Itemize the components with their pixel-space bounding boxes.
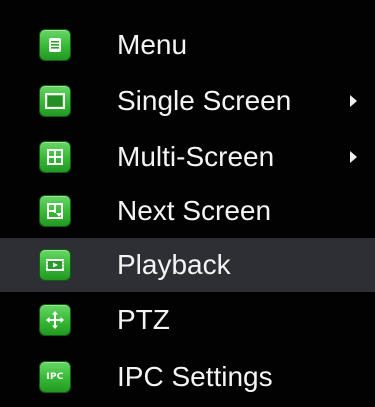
menu-item-single-screen[interactable]: Single Screen xyxy=(0,74,375,128)
next-screen-icon xyxy=(40,196,70,226)
multi-screen-icon xyxy=(40,142,70,172)
menu-item-label: Next Screen xyxy=(117,195,272,226)
menu-item-ptz[interactable]: PTZ xyxy=(0,293,375,347)
submenu-arrow-icon xyxy=(350,151,357,163)
playback-icon xyxy=(40,250,70,280)
single-screen-icon xyxy=(40,86,70,116)
menu-item-ipc-settings[interactable]: IPC IPC Settings xyxy=(0,350,375,404)
menu-item-playback[interactable]: Playback xyxy=(0,238,375,292)
menu-item-label: Playback xyxy=(117,249,231,280)
menu-item-next-screen[interactable]: Next Screen xyxy=(0,184,375,238)
submenu-arrow-icon xyxy=(350,95,357,107)
menu-icon xyxy=(40,30,70,60)
menu-item-label: PTZ xyxy=(117,304,170,335)
ptz-icon xyxy=(40,305,70,335)
menu-item-menu[interactable]: Menu xyxy=(0,18,375,72)
menu-item-label: IPC Settings xyxy=(117,361,273,392)
menu-item-label: Multi-Screen xyxy=(117,141,275,172)
menu-item-multi-screen[interactable]: Multi-Screen xyxy=(0,130,375,184)
menu-item-label: Single Screen xyxy=(117,85,292,116)
context-menu: Menu Single Screen Multi-Screen Next Scr… xyxy=(0,0,375,407)
menu-item-label: Menu xyxy=(117,29,188,60)
ipc-settings-icon: IPC xyxy=(40,362,70,392)
ipc-badge-text: IPC xyxy=(46,372,64,382)
